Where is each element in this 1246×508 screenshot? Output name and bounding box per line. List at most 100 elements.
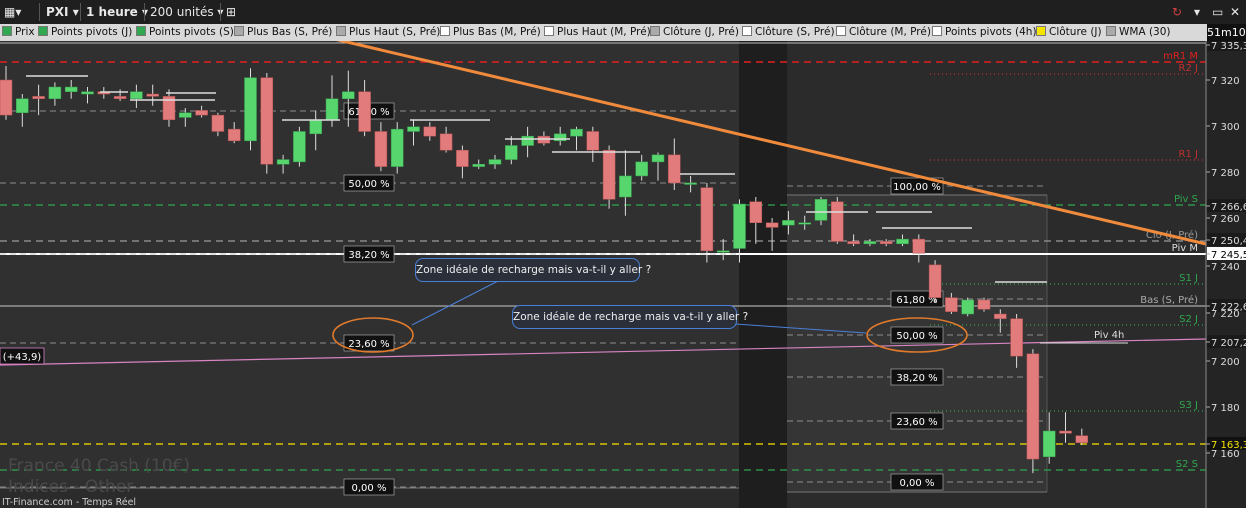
candle-body[interactable] bbox=[879, 241, 893, 245]
candle-body[interactable] bbox=[994, 313, 1007, 319]
legend-item[interactable]: Plus Haut (S, Pré) bbox=[336, 25, 440, 40]
legend-item[interactable]: Plus Haut (M, Pré) bbox=[544, 25, 651, 40]
candle-body[interactable] bbox=[765, 222, 779, 228]
chart-icon[interactable]: ▦▾ bbox=[4, 3, 21, 21]
candle-body[interactable] bbox=[912, 238, 926, 254]
candle-body[interactable] bbox=[505, 145, 518, 160]
level-label: R1 J bbox=[1179, 149, 1198, 160]
dropdown-arrow-icon[interactable]: ▾ bbox=[1194, 3, 1200, 21]
candle-body[interactable] bbox=[48, 86, 62, 99]
level-label: S3 J bbox=[1179, 400, 1198, 411]
refresh-icon[interactable]: ↻ bbox=[1172, 3, 1182, 21]
candle-body[interactable] bbox=[1042, 430, 1056, 457]
candle-body[interactable] bbox=[684, 182, 697, 185]
candle-body[interactable] bbox=[928, 264, 942, 298]
candle-body[interactable] bbox=[390, 128, 404, 167]
candle-body[interactable] bbox=[570, 128, 583, 137]
candle-body[interactable] bbox=[798, 222, 811, 225]
candle-body[interactable] bbox=[358, 91, 371, 132]
legend-swatch bbox=[1106, 26, 1116, 36]
candle-body[interactable] bbox=[1026, 353, 1040, 460]
candle-body[interactable] bbox=[814, 199, 828, 221]
annotation-callout[interactable]: Zone idéale de recharge mais va-t-il y a… bbox=[512, 305, 748, 329]
timeframe-selector[interactable]: 1 heure ▾ bbox=[86, 3, 148, 21]
candle-body[interactable] bbox=[488, 159, 502, 165]
legend-item[interactable]: Points pivots (J) bbox=[38, 25, 132, 40]
candle-body[interactable] bbox=[64, 86, 78, 92]
units-label: 200 unités bbox=[150, 5, 214, 19]
legend-item[interactable]: Clôture (J) bbox=[1036, 25, 1102, 40]
legend-item[interactable]: Points pivots (4h) bbox=[932, 25, 1037, 40]
candle-body[interactable] bbox=[130, 91, 143, 99]
candle-body[interactable] bbox=[847, 241, 860, 245]
candle-body[interactable] bbox=[16, 98, 29, 114]
level-label: S2 S bbox=[1176, 459, 1198, 470]
candle-body[interactable] bbox=[896, 238, 909, 245]
annotation-callout[interactable]: Zone idéale de recharge mais va-t-il y a… bbox=[415, 258, 651, 282]
candle-body[interactable] bbox=[1059, 430, 1072, 434]
candle-body[interactable] bbox=[716, 250, 730, 253]
candle-body[interactable] bbox=[293, 131, 306, 163]
fib-left-label: 23,60 % bbox=[348, 339, 389, 350]
candle-body[interactable] bbox=[651, 154, 665, 163]
candle-body[interactable] bbox=[325, 98, 339, 121]
candle-body[interactable] bbox=[553, 133, 567, 142]
legend-item[interactable]: Clôture (M, Pré) bbox=[836, 25, 931, 40]
candle-body[interactable] bbox=[211, 114, 225, 132]
candle-body[interactable] bbox=[374, 131, 388, 167]
legend-swatch bbox=[650, 26, 660, 36]
candle-body[interactable] bbox=[619, 175, 632, 198]
units-selector[interactable]: 200 unités ▾ bbox=[150, 3, 223, 21]
legend-item[interactable]: Clôture (S, Pré) bbox=[742, 25, 835, 40]
candle-body[interactable] bbox=[227, 128, 241, 142]
candle-body[interactable] bbox=[586, 131, 600, 151]
level-label: Piv M bbox=[1172, 243, 1198, 254]
symbol-selector[interactable]: PXI ▾ bbox=[46, 3, 79, 21]
legend-item[interactable]: Prix bbox=[2, 25, 35, 40]
piv-4h-label: Piv 4h bbox=[1094, 330, 1124, 341]
candle-body[interactable] bbox=[260, 77, 274, 165]
candle-body[interactable] bbox=[195, 110, 208, 116]
candle-body[interactable] bbox=[423, 126, 437, 137]
candle-body[interactable] bbox=[113, 96, 127, 99]
wma-label: (+43,9) bbox=[3, 352, 42, 363]
candle-body[interactable] bbox=[276, 159, 290, 165]
close-icon[interactable]: ✕ bbox=[1230, 3, 1240, 21]
indicator-menu-icon[interactable]: ⊞ bbox=[226, 3, 236, 21]
candle-body[interactable] bbox=[831, 201, 844, 242]
candle-body[interactable] bbox=[635, 161, 648, 177]
candle-body[interactable] bbox=[1010, 318, 1023, 357]
candle-body[interactable] bbox=[602, 149, 616, 200]
candle-body[interactable] bbox=[863, 241, 877, 245]
legend-item[interactable]: Plus Bas (M, Pré) bbox=[440, 25, 541, 40]
candle-body[interactable] bbox=[244, 77, 257, 142]
candle-body[interactable] bbox=[456, 149, 469, 167]
candle-body[interactable] bbox=[32, 96, 45, 99]
candle-body[interactable] bbox=[342, 91, 355, 99]
candle-body[interactable] bbox=[0, 79, 13, 116]
legend-item[interactable]: Clôture (J, Pré) bbox=[650, 25, 739, 40]
price-tick-label: 7 280 bbox=[1211, 168, 1240, 179]
candle-body[interactable] bbox=[179, 112, 192, 118]
candle-body[interactable] bbox=[407, 126, 420, 132]
candle-body[interactable] bbox=[945, 297, 958, 312]
candle-body[interactable] bbox=[1075, 435, 1089, 443]
window-toggle-icon[interactable]: ▭ bbox=[1212, 3, 1223, 21]
candle-body[interactable] bbox=[439, 133, 453, 151]
candle-body[interactable] bbox=[146, 93, 159, 97]
candle-body[interactable] bbox=[309, 119, 322, 135]
legend-item[interactable]: Points pivots (S) bbox=[136, 25, 234, 40]
candle-body[interactable] bbox=[700, 187, 714, 252]
candle-body[interactable] bbox=[782, 220, 795, 226]
candle-body[interactable] bbox=[521, 135, 534, 146]
candle-body[interactable] bbox=[668, 154, 681, 184]
price-chart[interactable]: mR1 MR2 JR1 JPiv SClo (J, Pré)Piv MS1 JB… bbox=[0, 0, 1246, 508]
candle-body[interactable] bbox=[749, 201, 763, 223]
candle-body[interactable] bbox=[961, 299, 974, 315]
legend-item[interactable]: Plus Bas (S, Pré) bbox=[234, 25, 332, 40]
candle-body[interactable] bbox=[733, 203, 746, 249]
candle-body[interactable] bbox=[977, 299, 991, 310]
candle-body[interactable] bbox=[472, 163, 485, 167]
legend-item[interactable]: WMA (30) bbox=[1106, 25, 1171, 40]
candle-body[interactable] bbox=[81, 91, 94, 95]
